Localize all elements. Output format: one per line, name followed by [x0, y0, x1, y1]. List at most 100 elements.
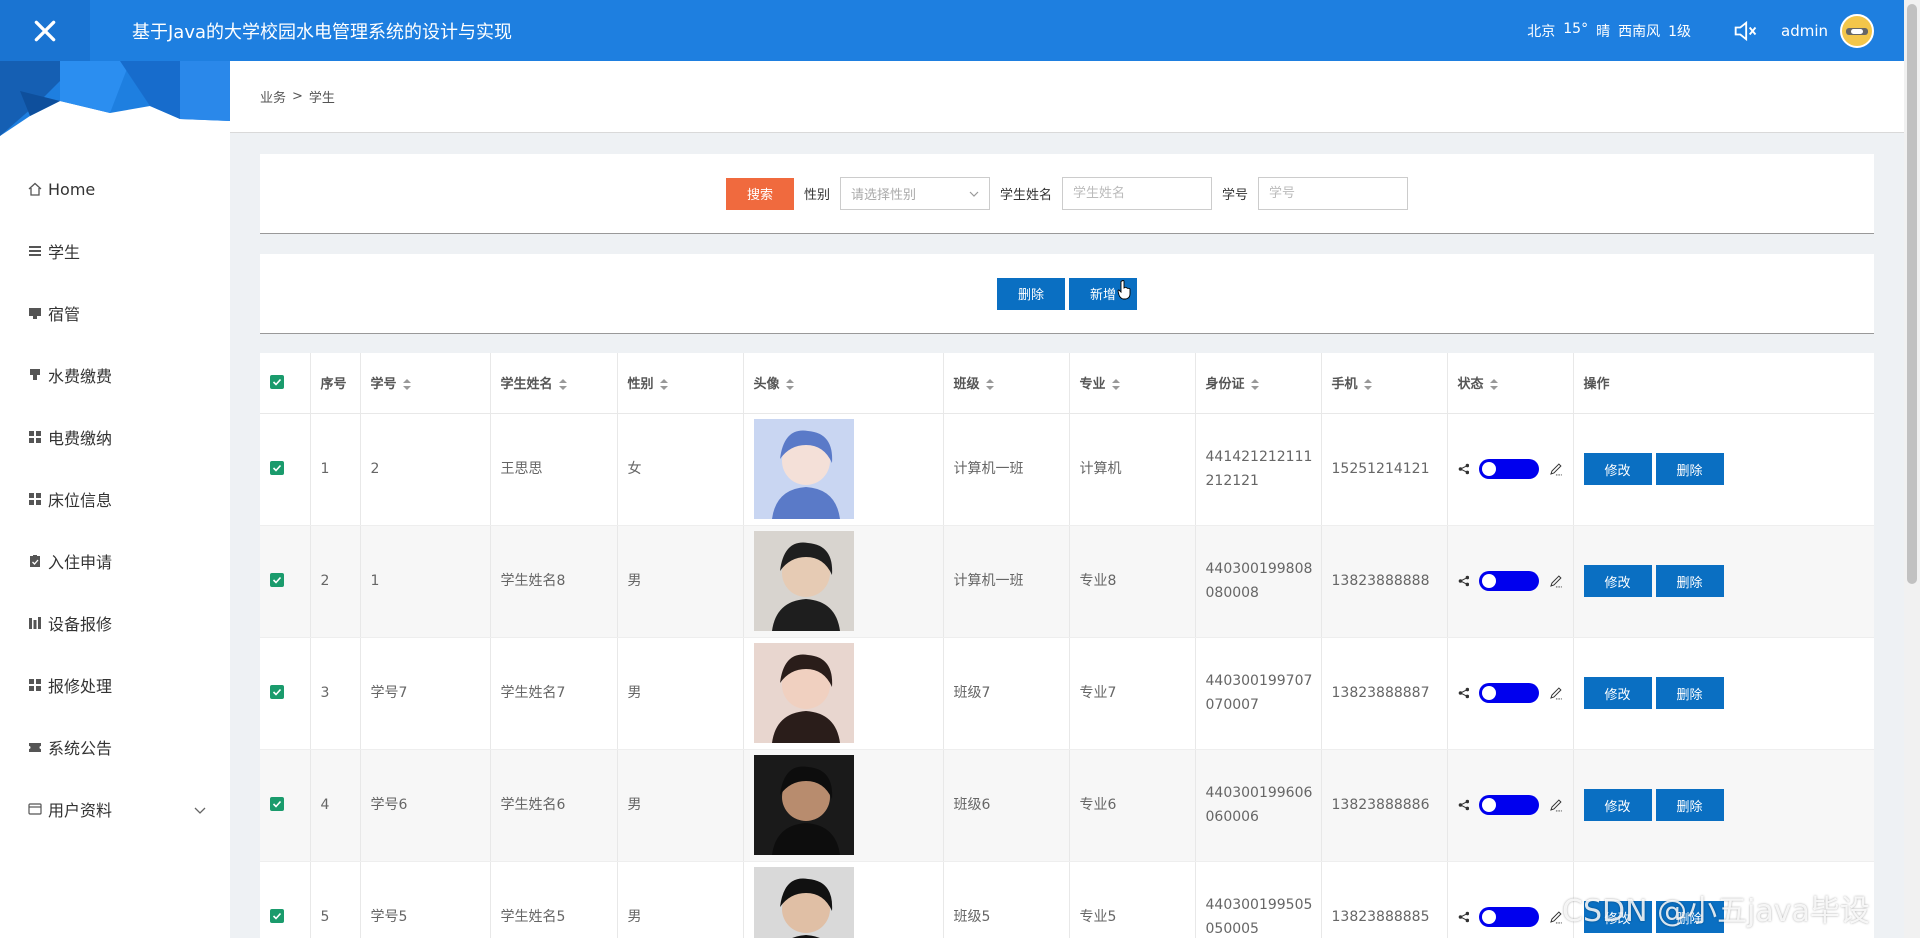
close-menu-button[interactable]	[0, 0, 90, 61]
sidebar-item-label: 学生	[48, 243, 81, 262]
sidebar-item-home[interactable]: Home	[0, 158, 230, 220]
page-scrollbar[interactable]	[1904, 0, 1920, 938]
delete-button[interactable]: 删除	[1655, 677, 1724, 709]
delete-button[interactable]: 删除	[1655, 453, 1724, 485]
row-checkbox[interactable]	[270, 685, 284, 699]
cell-id-card: 440300199707 070007	[1195, 637, 1322, 750]
header-class[interactable]: 班级	[943, 353, 1070, 414]
sidebar-item-dorm-admin[interactable]: 宿管	[0, 282, 230, 344]
row-select-cell	[260, 749, 311, 862]
row-checkbox[interactable]	[270, 797, 284, 811]
cell-student-id: 学号5	[360, 861, 491, 938]
search-button[interactable]: 搜索	[725, 177, 794, 210]
sidebar-item-bed-info[interactable]: 床位信息	[0, 468, 230, 530]
sort-icon[interactable]	[659, 378, 668, 391]
share-icon[interactable]	[1458, 463, 1470, 475]
gender-select[interactable]: 请选择性别	[839, 177, 990, 210]
sidebar-item-repair-request[interactable]: 设备报修	[0, 592, 230, 654]
scrollbar-thumb[interactable]	[1907, 4, 1917, 584]
list-icon	[28, 244, 42, 258]
row-checkbox[interactable]	[270, 573, 284, 587]
sort-icon[interactable]	[558, 378, 567, 391]
share-icon[interactable]	[1458, 687, 1470, 699]
status-toggle[interactable]	[1479, 795, 1539, 815]
edit-pen-icon[interactable]	[1549, 462, 1563, 476]
table-row[interactable]: 1 2 王思思女 计算机一班 计算机 441421212111 212121 15251214…	[260, 413, 1874, 526]
select-all-checkbox[interactable]	[270, 374, 284, 389]
header-student-name-label: 学生姓名	[500, 377, 553, 393]
sidebar-item-label: 用户资料	[48, 801, 113, 820]
header-status[interactable]: 状态	[1447, 353, 1574, 414]
sort-icon[interactable]	[985, 378, 994, 391]
header-avatar[interactable]: 头像	[743, 353, 944, 414]
table-row[interactable]: 5 学号5 学生姓名5 男 班级5 专业5 440300199505 050005 138238…	[260, 861, 1874, 938]
status-toggle[interactable]	[1479, 459, 1539, 479]
edit-button[interactable]: 修改	[1583, 901, 1652, 933]
header-student-id[interactable]: 学号	[360, 353, 491, 414]
sort-icon[interactable]	[1489, 378, 1498, 391]
header-gender-label: 性别	[627, 377, 654, 393]
student-photo	[753, 867, 854, 938]
user-name[interactable]: admin	[1781, 22, 1828, 40]
row-checkbox[interactable]	[270, 909, 284, 923]
edit-button[interactable]: 修改	[1583, 789, 1652, 821]
sidebar-item-electric-fee[interactable]: 电费缴纳	[0, 406, 230, 468]
row-checkbox[interactable]	[270, 461, 284, 475]
status-toggle[interactable]	[1479, 907, 1539, 927]
header-id-card[interactable]: 身份证	[1195, 353, 1322, 414]
cell-operations: 修改 删除	[1573, 637, 1874, 750]
delete-button[interactable]: 删除	[1655, 565, 1724, 597]
sidebar-item-user-profile[interactable]: 用户资料	[0, 778, 230, 840]
cell-student-name: 学生姓名7	[490, 637, 618, 750]
breadcrumb: 业务 > 学生	[230, 61, 1904, 133]
student-id-input[interactable]	[1258, 177, 1409, 210]
delete-button[interactable]: 删除	[1655, 901, 1724, 933]
header-student-name[interactable]: 学生姓名	[490, 353, 618, 414]
delete-button[interactable]: 删除	[1655, 789, 1724, 821]
header-operations: 操作	[1573, 353, 1874, 414]
sidebar-item-announcement[interactable]: 系统公告	[0, 716, 230, 778]
edit-button[interactable]: 修改	[1583, 453, 1652, 485]
edit-pen-icon[interactable]	[1549, 574, 1563, 588]
bulk-delete-button[interactable]: 删除	[997, 277, 1065, 310]
sound-off-icon[interactable]	[1731, 17, 1759, 45]
cell-id-card: 440300199505 050005	[1195, 861, 1322, 938]
table-row[interactable]: 4 学号6 学生姓名6 男 班级6 专业6 440300199606 060006 138238…	[260, 749, 1874, 862]
edit-pen-icon[interactable]	[1549, 910, 1563, 924]
sort-icon[interactable]	[1363, 378, 1372, 391]
user-avatar[interactable]	[1840, 13, 1874, 48]
edit-pen-icon[interactable]	[1549, 686, 1563, 700]
status-toggle[interactable]	[1479, 571, 1539, 591]
sort-icon[interactable]	[785, 378, 794, 391]
share-icon[interactable]	[1458, 911, 1470, 923]
breadcrumb-parent[interactable]: 业务	[260, 87, 286, 106]
table-row[interactable]: 3 学号7 学生姓名7 男 班级7 专业7 440300199707 070007 138238…	[260, 637, 1874, 750]
header-phone[interactable]: 手机	[1321, 353, 1448, 414]
edit-button[interactable]: 修改	[1583, 565, 1652, 597]
id-card-line-2: 050005	[1205, 921, 1259, 937]
edit-pen-icon[interactable]	[1549, 798, 1563, 812]
sidebar-item-water-fee[interactable]: 水费缴费	[0, 344, 230, 406]
sort-icon[interactable]	[402, 378, 411, 391]
table-row[interactable]: 2 1 学生姓名8 男 计算机一班 专业8 440300199808 080008 138238…	[260, 525, 1874, 638]
status-toggle[interactable]	[1479, 683, 1539, 703]
cell-gender: 男	[617, 525, 744, 638]
sidebar-item-students[interactable]: 学生	[0, 220, 230, 282]
edit-button[interactable]: 修改	[1583, 677, 1652, 709]
header-gender[interactable]: 性别	[617, 353, 744, 414]
sort-icon[interactable]	[1250, 378, 1259, 391]
header-major[interactable]: 专业	[1069, 353, 1196, 414]
share-icon[interactable]	[1458, 799, 1470, 811]
cell-student-id: 2	[360, 413, 491, 526]
sidebar-item-repair-handle[interactable]: 报修处理	[0, 654, 230, 716]
sort-icon[interactable]	[1111, 378, 1120, 391]
cell-student-name: 学生姓名8	[490, 525, 618, 638]
breadcrumb-current: 学生	[308, 91, 335, 106]
share-icon[interactable]	[1458, 575, 1470, 587]
student-photo	[753, 419, 854, 519]
sidebar-item-checkin-apply[interactable]: 入住申请	[0, 530, 230, 592]
cell-student-name: 学生姓名6	[490, 749, 618, 862]
student-name-input[interactable]	[1062, 177, 1212, 210]
header-status-label: 状态	[1457, 377, 1484, 393]
sidebar-item-label: 系统公告	[48, 739, 113, 758]
